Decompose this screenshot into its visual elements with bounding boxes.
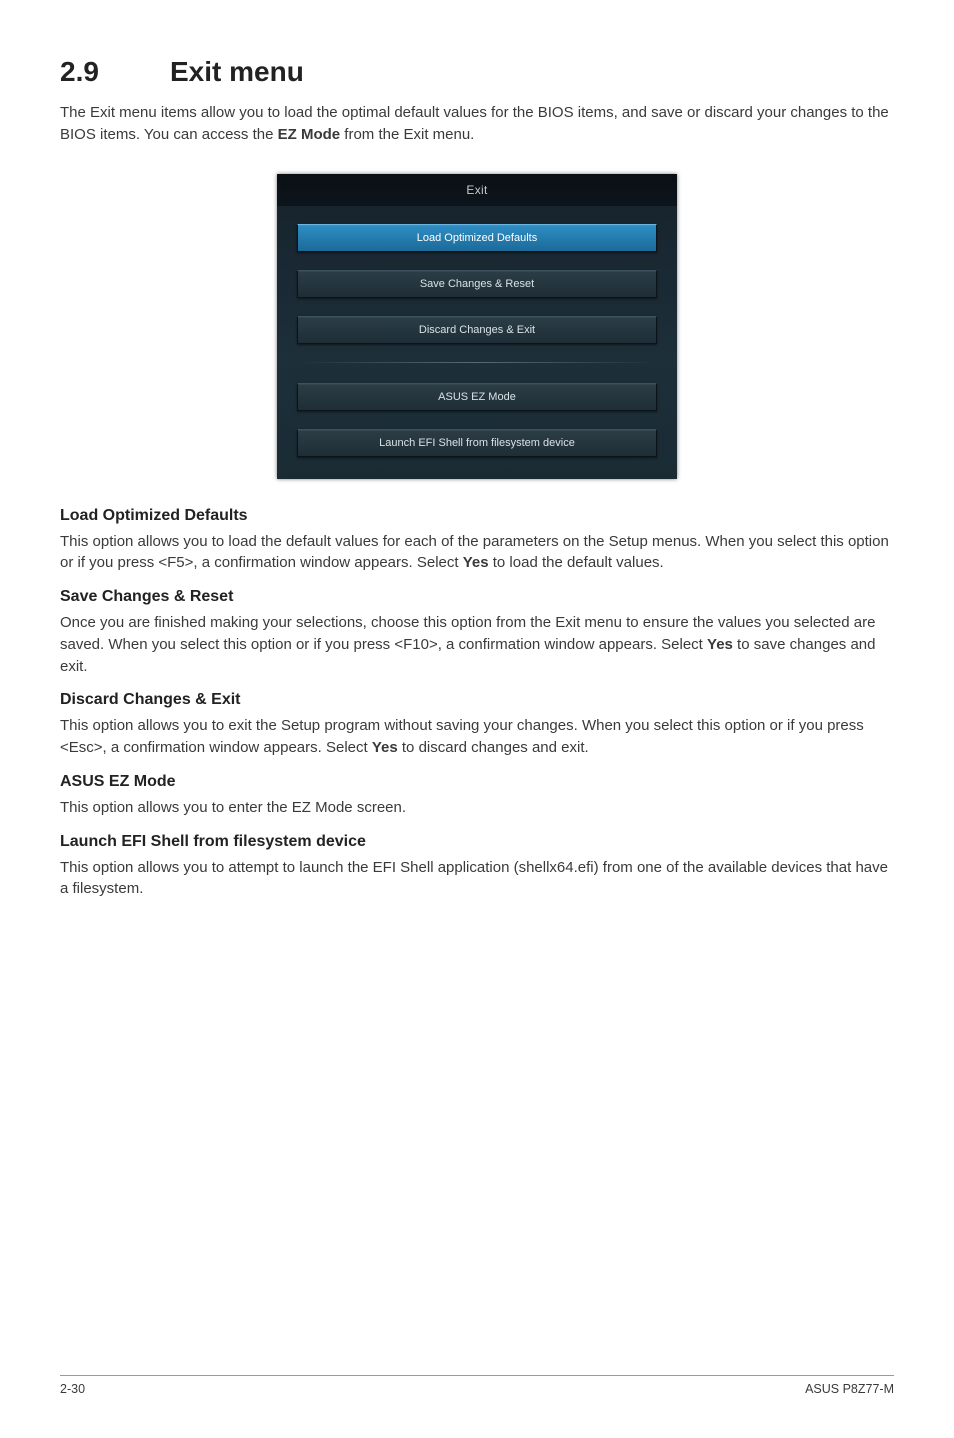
heading-launch-efi-shell: Launch EFI Shell from filesystem device	[60, 833, 894, 851]
bios-item-asus-ez-mode[interactable]: ASUS EZ Mode	[297, 383, 657, 411]
bios-panel-body: Load Optimized Defaults Save Changes & R…	[277, 206, 677, 457]
dce-text-bold: Yes	[372, 739, 398, 756]
intro-text-bold: EZ Mode	[278, 126, 341, 143]
bios-item-discard-changes-exit[interactable]: Discard Changes & Exit	[297, 316, 657, 344]
paragraph-load-optimized-defaults: This option allows you to load the defau…	[60, 531, 894, 575]
intro-text-c: from the Exit menu.	[340, 126, 474, 143]
bios-item-launch-efi-shell[interactable]: Launch EFI Shell from filesystem device	[297, 429, 657, 457]
scr-text-bold: Yes	[707, 636, 733, 653]
heading-save-changes-reset: Save Changes & Reset	[60, 588, 894, 606]
paragraph-asus-ez-mode: This option allows you to enter the EZ M…	[60, 797, 894, 819]
bios-exit-panel: Exit Load Optimized Defaults Save Change…	[277, 174, 677, 479]
lod-text-c: to load the default values.	[489, 554, 664, 571]
section-heading: 2.9Exit menu	[60, 56, 894, 88]
bios-divider	[297, 362, 657, 363]
intro-paragraph: The Exit menu items allow you to load th…	[60, 102, 894, 146]
bios-item-save-changes-reset[interactable]: Save Changes & Reset	[297, 270, 657, 298]
intro-text-a: The Exit menu items allow you to load th…	[60, 104, 889, 143]
section-number: 2.9	[60, 56, 170, 88]
page-footer: 2-30 ASUS P8Z77-M	[60, 1375, 894, 1396]
paragraph-launch-efi-shell: This option allows you to attempt to lau…	[60, 857, 894, 901]
lod-text-bold: Yes	[463, 554, 489, 571]
paragraph-discard-changes-exit: This option allows you to exit the Setup…	[60, 715, 894, 759]
bios-panel-header: Exit	[277, 174, 677, 206]
paragraph-save-changes-reset: Once you are finished making your select…	[60, 612, 894, 677]
heading-discard-changes-exit: Discard Changes & Exit	[60, 691, 894, 709]
footer-page-number: 2-30	[60, 1382, 85, 1396]
footer-product-name: ASUS P8Z77-M	[805, 1382, 894, 1396]
bios-item-load-optimized-defaults[interactable]: Load Optimized Defaults	[297, 224, 657, 252]
section-title-text: Exit menu	[170, 56, 304, 87]
heading-load-optimized-defaults: Load Optimized Defaults	[60, 507, 894, 525]
dce-text-c: to discard changes and exit.	[398, 739, 589, 756]
heading-asus-ez-mode: ASUS EZ Mode	[60, 773, 894, 791]
